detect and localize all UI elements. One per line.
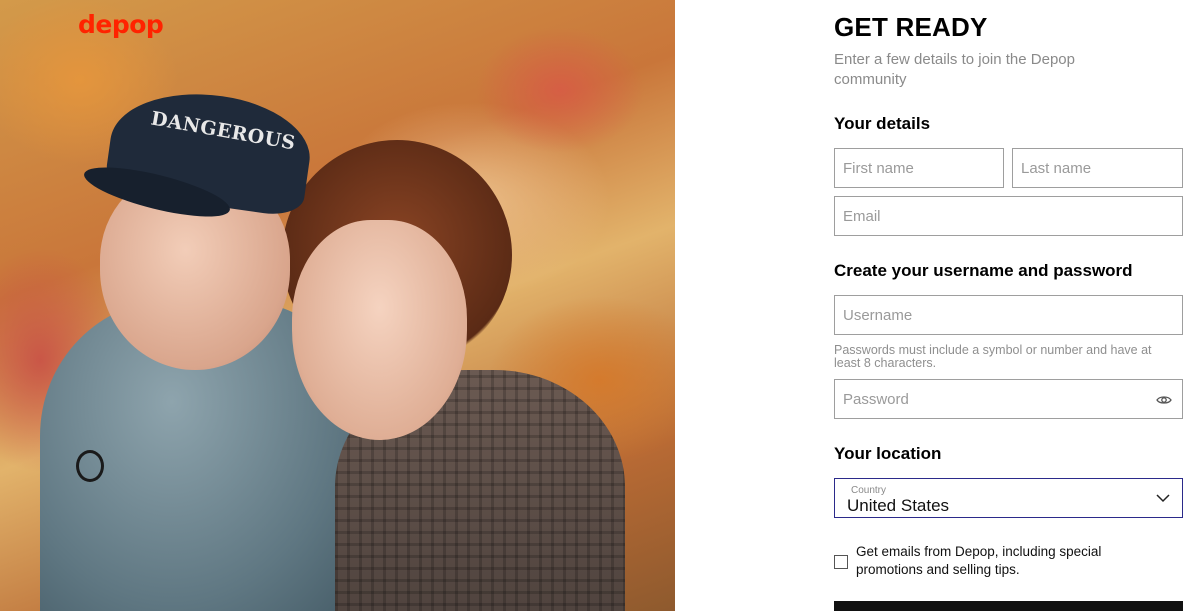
first-name-input[interactable] <box>835 159 1003 177</box>
password-hint: Passwords must include a symbol or numbe… <box>834 343 1152 370</box>
page-subtitle: Enter a few details to join the Depop co… <box>834 51 1075 88</box>
email-opt-in-label[interactable]: Get emails from Depop, including special… <box>856 543 1166 579</box>
section-heading-location: Your location <box>834 444 942 463</box>
last-name-field[interactable] <box>1012 148 1183 188</box>
eye-icon[interactable] <box>1156 392 1172 408</box>
username-field[interactable] <box>834 295 1183 335</box>
country-select[interactable]: Country United States <box>834 478 1183 518</box>
section-heading-credentials: Create your username and password <box>834 261 1133 280</box>
email-field[interactable] <box>834 196 1183 236</box>
email-input[interactable] <box>835 207 1182 225</box>
username-input[interactable] <box>835 306 1182 324</box>
signup-page: DANGEROUS depop GET READY Enter a few de… <box>0 0 1201 611</box>
hero-figure-face-right <box>292 220 467 440</box>
section-heading-details: Your details <box>834 114 931 133</box>
password-input[interactable] <box>835 390 1182 408</box>
country-select-label: Country <box>851 485 887 496</box>
last-name-input[interactable] <box>1013 159 1182 177</box>
hero-photo: DANGEROUS <box>0 0 675 611</box>
depop-logo[interactable]: depop <box>78 10 164 39</box>
page-title: GET READY <box>834 12 988 42</box>
hero-ring <box>76 450 104 482</box>
email-opt-in-checkbox[interactable] <box>834 555 848 569</box>
password-field[interactable] <box>834 379 1183 419</box>
signup-button[interactable] <box>834 601 1183 611</box>
first-name-field[interactable] <box>834 148 1004 188</box>
chevron-down-icon <box>1156 494 1170 503</box>
country-select-value: United States <box>847 496 950 515</box>
